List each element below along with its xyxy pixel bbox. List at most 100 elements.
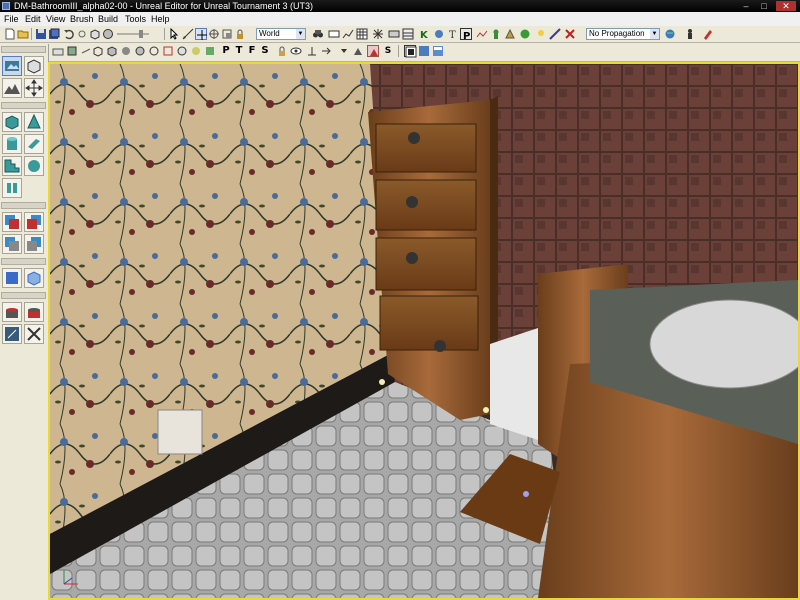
binoculars-icon[interactable]: [312, 28, 324, 40]
eye-icon[interactable]: [290, 45, 302, 57]
paths-icon[interactable]: [549, 28, 561, 40]
cube-icon[interactable]: [89, 28, 101, 40]
person-icon[interactable]: [684, 28, 696, 40]
transform-icon[interactable]: [328, 28, 340, 40]
brush-wire-icon[interactable]: [162, 45, 174, 57]
new-icon[interactable]: [4, 28, 16, 40]
actor-icon[interactable]: [490, 28, 502, 40]
settings-small-icon[interactable]: [80, 45, 92, 57]
front-view-button[interactable]: F: [246, 45, 258, 57]
pointer-icon[interactable]: [168, 28, 180, 40]
menu-edit[interactable]: Edit: [25, 12, 41, 26]
cone-brush-icon[interactable]: [24, 112, 44, 132]
lock-viewport-icon[interactable]: [52, 45, 64, 57]
play-icon[interactable]: [519, 28, 531, 40]
menu-help[interactable]: Help: [151, 12, 170, 26]
csg-deintersect-icon[interactable]: [24, 234, 44, 254]
select-all-icon[interactable]: [2, 324, 22, 344]
matinee-icon[interactable]: [476, 28, 488, 40]
scale-icon[interactable]: [221, 28, 233, 40]
red-x-icon[interactable]: [564, 28, 576, 40]
panel-group-header[interactable]: [1, 202, 46, 209]
panel-group-header[interactable]: [1, 102, 46, 109]
side-view-button[interactable]: S: [259, 45, 271, 57]
csg-subtract-icon[interactable]: [24, 212, 44, 232]
cube-view-icon[interactable]: [106, 45, 118, 57]
panel-group-header[interactable]: [1, 46, 46, 53]
wireframe-icon[interactable]: [148, 45, 160, 57]
add-special-icon[interactable]: [24, 268, 44, 288]
p-icon[interactable]: P: [460, 28, 472, 41]
coord-system-select[interactable]: World ▼: [256, 28, 306, 40]
viewport-layout-2-icon[interactable]: [418, 45, 430, 57]
translate-icon[interactable]: [195, 28, 207, 40]
globe-icon[interactable]: [664, 28, 676, 40]
arrow-icon[interactable]: [320, 45, 332, 57]
lighting-only-icon[interactable]: [176, 45, 188, 57]
lit-icon[interactable]: [120, 45, 132, 57]
translate-icon[interactable]: [24, 78, 44, 98]
perspective-viewport[interactable]: [48, 62, 800, 600]
perspective-view-button[interactable]: P: [220, 45, 232, 57]
dropdown-arrow-icon[interactable]: [338, 45, 350, 57]
geometry-mode-icon[interactable]: [24, 56, 44, 76]
view-slider[interactable]: [115, 28, 151, 40]
grid-icon[interactable]: [356, 28, 368, 40]
undo-icon[interactable]: [63, 28, 75, 40]
top-view-button[interactable]: T: [233, 45, 245, 57]
save-icon[interactable]: [35, 28, 47, 40]
asterisk-icon[interactable]: [372, 28, 384, 40]
menu-file[interactable]: File: [4, 12, 19, 26]
light-complexity-icon[interactable]: [190, 45, 202, 57]
show-selected-icon[interactable]: [2, 302, 22, 322]
viewport-layout-1-icon[interactable]: [404, 45, 417, 58]
camera-mode-icon[interactable]: [2, 56, 22, 76]
perspective-icon[interactable]: [92, 45, 104, 57]
maximize-button[interactable]: □: [756, 1, 772, 11]
k-icon[interactable]: K: [418, 28, 430, 40]
add-volume-icon[interactable]: [2, 268, 22, 288]
rotate-icon[interactable]: [208, 28, 220, 40]
propagation-select[interactable]: No Propagation ▼: [586, 28, 660, 40]
graph-icon[interactable]: [342, 28, 354, 40]
static-mesh-icon[interactable]: [433, 28, 445, 40]
settings-icon[interactable]: [702, 28, 714, 40]
camera-icon[interactable]: [352, 45, 364, 57]
hide-selected-icon[interactable]: [24, 302, 44, 322]
minimize-button[interactable]: –: [738, 1, 754, 11]
cylinder-brush-icon[interactable]: [2, 134, 22, 154]
table-icon[interactable]: [402, 28, 414, 40]
build-icon[interactable]: [504, 28, 516, 40]
invert-selection-icon[interactable]: [24, 324, 44, 344]
menu-build[interactable]: Build: [98, 12, 118, 26]
camera-move-icon[interactable]: [182, 28, 194, 40]
panel-group-header[interactable]: [1, 292, 46, 299]
menu-view[interactable]: View: [46, 12, 65, 26]
save-all-icon[interactable]: [48, 28, 60, 40]
realtime-icon[interactable]: [66, 45, 78, 57]
stairs-brush-icon[interactable]: [2, 156, 22, 176]
snap-icon[interactable]: [306, 45, 318, 57]
lock-icon[interactable]: [234, 28, 246, 40]
open-icon[interactable]: [17, 28, 29, 40]
csg-intersect-icon[interactable]: [2, 234, 22, 254]
unlit-icon[interactable]: [134, 45, 146, 57]
volumetric-icon[interactable]: [2, 178, 22, 198]
texture-density-icon[interactable]: [204, 45, 216, 57]
sphere-brush-icon[interactable]: [24, 156, 44, 176]
text-icon[interactable]: T: [447, 28, 459, 40]
keyboard-icon[interactable]: [388, 28, 400, 40]
menu-brush[interactable]: Brush: [70, 12, 94, 26]
cube-brush-icon[interactable]: [2, 112, 22, 132]
viewport-layout-3-icon[interactable]: [432, 45, 444, 57]
lock-icon[interactable]: [276, 45, 288, 57]
sphere-icon[interactable]: [102, 28, 114, 40]
menu-tools[interactable]: Tools: [125, 12, 146, 26]
game-view-icon[interactable]: [367, 45, 379, 57]
close-button[interactable]: ✕: [776, 1, 796, 11]
light-icon[interactable]: [535, 28, 547, 40]
panel-group-header[interactable]: [1, 258, 46, 265]
terrain-icon[interactable]: [2, 78, 22, 98]
redo-icon[interactable]: [76, 28, 88, 40]
csg-add-icon[interactable]: [2, 212, 22, 232]
